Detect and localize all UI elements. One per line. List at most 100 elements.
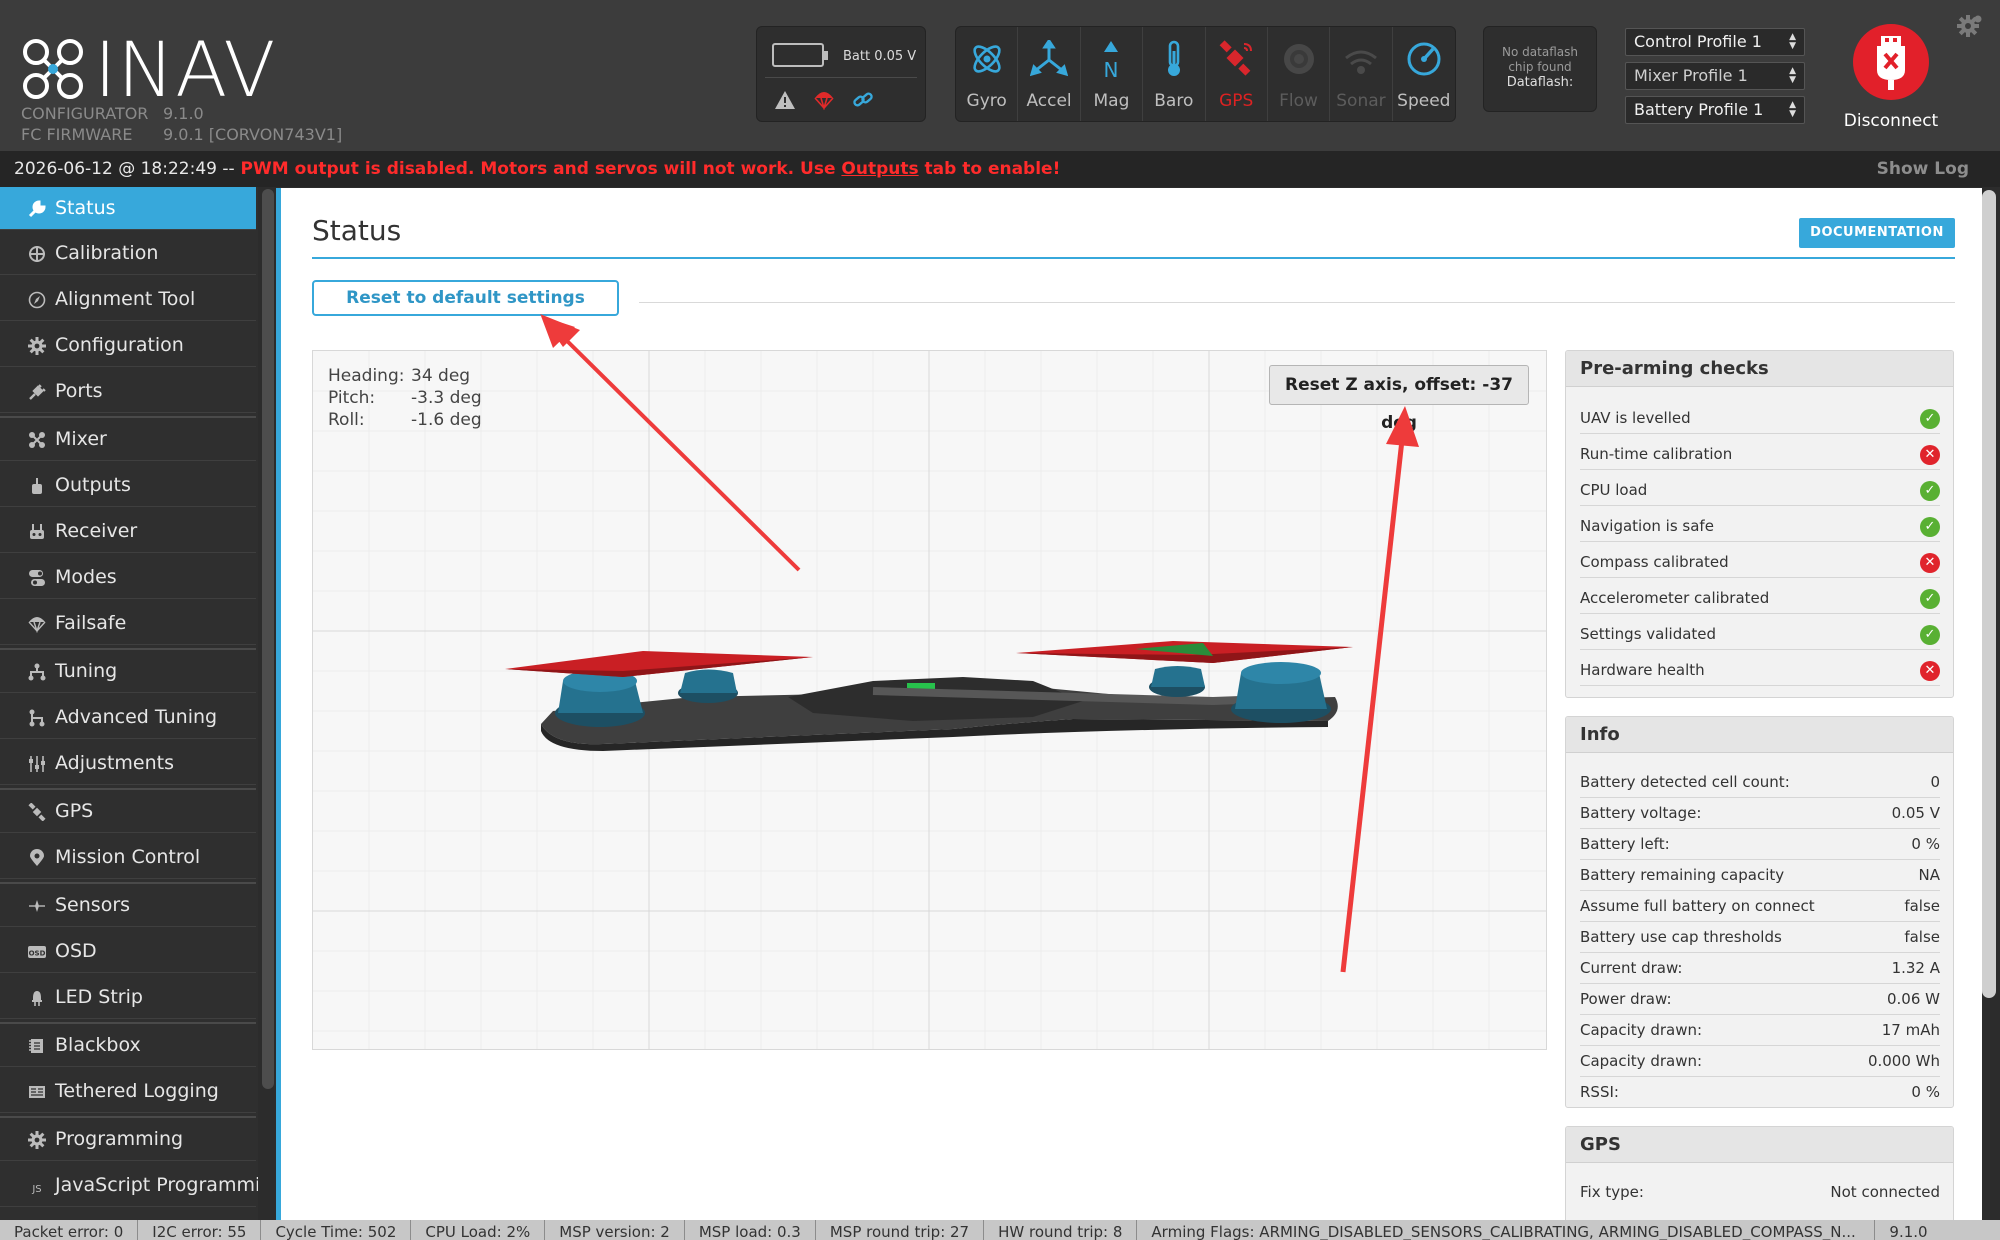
sidebar-item-advanced-tuning[interactable]: Advanced Tuning [0, 696, 256, 739]
sidebar-item-alignment-tool[interactable]: Alignment Tool [0, 278, 256, 321]
sidebar-item-javascript-programming[interactable]: JS JavaScript Programming [0, 1164, 258, 1207]
log-bar: 2026-06-12 @ 18:22:49 -- PWM output is d… [0, 151, 2000, 187]
sensor-accel: Accel [1018, 27, 1081, 121]
quadcopter-model [505, 641, 1353, 751]
page-title: Status [312, 214, 402, 247]
info-value: 0.05 V [1891, 804, 1940, 822]
sensor-baro: Baro [1143, 27, 1206, 121]
log-timestamp: 2026-06-12 @ 18:22:49 -- [14, 159, 235, 179]
info-value: 0 % [1911, 835, 1940, 853]
osd-icon: OSD [27, 942, 47, 962]
info-value: 17 mAh [1881, 1021, 1940, 1039]
dataflash-status: No dataflash chip found Dataflash: [1483, 26, 1597, 112]
gps-fix-row: Fix type: Not connected [1580, 1177, 1940, 1208]
title-divider [312, 257, 1955, 259]
sliders-icon [27, 754, 47, 774]
svg-text:OSD: OSD [29, 950, 46, 958]
info-value: 0 [1930, 773, 1940, 791]
firmware-label: FC FIRMWARE [21, 125, 133, 144]
prearm-check-row: Run-time calibration ✕ [1580, 439, 1940, 470]
sensor-gyro: Gyro [956, 27, 1019, 121]
sidebar-item-outputs[interactable]: Outputs [0, 464, 256, 507]
sidebar-item-failsafe[interactable]: Failsafe [0, 602, 256, 645]
plug-icon [27, 382, 47, 402]
crosshair-icon [27, 244, 47, 264]
sidebar-item-tethered-logging[interactable]: Tethered Logging [0, 1070, 256, 1113]
check-ok-icon: ✓ [1920, 517, 1940, 537]
sidebar-scrollbar[interactable] [262, 189, 274, 1089]
sidebar-item-receiver[interactable]: Receiver [0, 510, 256, 553]
show-log-button[interactable]: Show Log [1877, 151, 1969, 187]
msp-version: MSP version: 2 [545, 1220, 685, 1240]
info-row: Battery use cap thresholds false [1580, 922, 1940, 953]
outputs-tab-link[interactable]: Outputs [841, 159, 918, 179]
battery-voltage: Batt 0.05 V [843, 49, 917, 64]
check-ok-icon: ✓ [1920, 481, 1940, 501]
reset-z-axis-button[interactable]: Reset Z axis, offset: -37 deg [1269, 365, 1529, 433]
gps-icon [1216, 39, 1256, 79]
sidebar-item-mission-control[interactable]: Mission Control [0, 836, 256, 879]
check-ok-icon: ✓ [1920, 589, 1940, 609]
mixer-icon [27, 430, 47, 450]
sensors-icon [27, 896, 47, 916]
gear-icon [27, 336, 47, 356]
attitude-readout: Heading: 34 deg Pitch: -3.3 deg Roll: -1.6 … [328, 366, 482, 430]
roll-value: -1.6 deg [411, 410, 482, 430]
heading-value: 34 deg [411, 366, 471, 386]
sidebar-item-ports[interactable]: Ports [0, 370, 256, 413]
failsafe-parachute-icon [811, 87, 837, 113]
sidebar-item-mixer[interactable]: Mixer [0, 418, 256, 461]
sidebar-item-adjustments[interactable]: Adjustments [0, 742, 256, 785]
sidebar-item-blackbox[interactable]: Blackbox [0, 1024, 256, 1067]
mixer-profile-select[interactable]: Mixer Profile 1 ▲ ▼ [1625, 62, 1805, 90]
info-row: Battery remaining capacity NA [1580, 860, 1940, 891]
check-ok-icon: ✓ [1920, 625, 1940, 645]
sidebar-item-programming[interactable]: Programming [0, 1118, 256, 1161]
msp-round-trip: MSP round trip: 27 [816, 1220, 985, 1240]
led-icon [27, 988, 47, 1008]
svg-text:JS: JS [31, 1184, 41, 1195]
prearming-checks-panel: Pre-arming checks UAV is levelled ✓ Run-ti… [1565, 350, 1954, 698]
sidebar-item-osd[interactable]: OSD OSD [0, 930, 256, 973]
divider [639, 302, 1955, 303]
check-fail-icon: ✕ [1920, 553, 1940, 573]
battery-profile-select[interactable]: Battery Profile 1 ▲ ▼ [1625, 96, 1805, 124]
documentation-button[interactable]: DOCUMENTATION [1799, 218, 1955, 248]
control-profile-select[interactable]: Control Profile 1 ▲ ▼ [1625, 28, 1805, 56]
sidebar-item-modes[interactable]: Modes [0, 556, 256, 599]
prearm-check-row: Compass calibrated ✕ [1580, 547, 1940, 578]
sidebar-item-sensors[interactable]: Sensors [0, 884, 256, 927]
battery-status: Batt 0.05 V [756, 26, 926, 122]
info-value: false [1904, 928, 1940, 946]
sidebar-item-configuration[interactable]: Configuration [0, 324, 256, 367]
battery-icon [772, 43, 828, 67]
sidebar: Status Calibration Alignment Tool Config… [0, 187, 258, 1220]
sensor-mag: N Mag [1081, 27, 1144, 121]
flow-icon [1279, 39, 1319, 79]
sidebar-item-gps[interactable]: GPS [0, 790, 256, 833]
disconnect-button[interactable]: Disconnect [1843, 24, 1939, 131]
configurator-version: 9.1.0 [163, 104, 204, 123]
arming-flags: Arming Flags: ARMING_DISABLED_SENSORS_CA… [1137, 1220, 1876, 1240]
app-name: INAV [94, 25, 277, 114]
reset-default-settings-button[interactable]: Reset to default settings [312, 280, 619, 316]
sidebar-item-calibration[interactable]: Calibration [0, 232, 256, 275]
satellite-icon [27, 802, 47, 822]
content-scrollbar[interactable] [1982, 190, 1996, 998]
sidebar-item-tuning[interactable]: Tuning [0, 650, 256, 693]
link-icon [850, 87, 876, 113]
panel-title: Info [1566, 717, 1953, 753]
panel-title: Pre-arming checks [1566, 351, 1953, 387]
sidebar-item-led-strip[interactable]: LED Strip [0, 976, 256, 1019]
mag-icon: N [1091, 39, 1131, 79]
select-arrows-icon: ▲ ▼ [1789, 100, 1796, 119]
i2c-error: I2C error: 55 [138, 1220, 262, 1240]
msp-load: MSP load: 0.3 [685, 1220, 816, 1240]
header: INAV CONFIGURATOR 9.1.0 FC FIRMWARE 9.0.… [0, 0, 2000, 151]
speed-icon [1404, 39, 1444, 79]
model-viewport: Heading: 34 deg Pitch: -3.3 deg Roll: -1.6 … [312, 350, 1547, 1050]
app-settings-gear-icon[interactable] [1957, 13, 1983, 39]
sidebar-item-status[interactable]: Status [0, 187, 256, 230]
cpu-load: CPU Load: 2% [411, 1220, 546, 1240]
prearm-check-row: Settings validated ✓ [1580, 619, 1940, 650]
